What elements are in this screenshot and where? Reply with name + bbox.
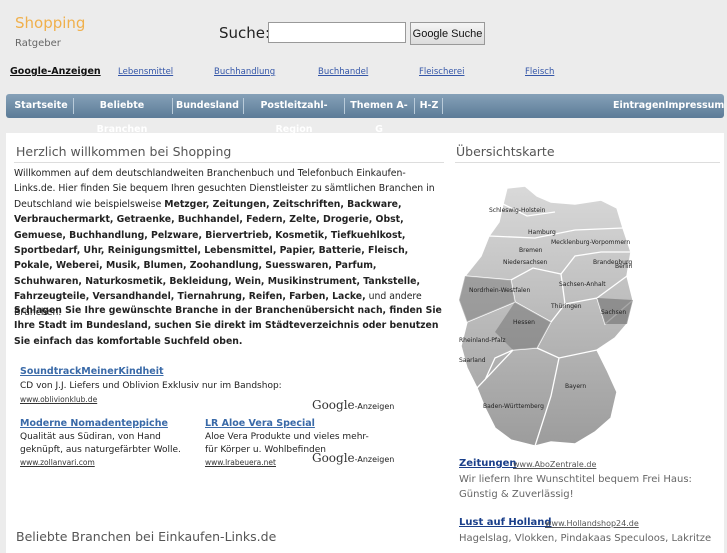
map-label-hessen[interactable]: Hessen (513, 319, 535, 326)
sidebar-ad-text-holland: Hagelslag, Vlokken, Pindakaas Speculoos,… (459, 533, 712, 544)
map-label-mecklenburg-vorpommern[interactable]: Mecklenburg-Vorpommern (551, 239, 630, 246)
search-label: Suche: (219, 24, 271, 42)
intro-paragraph: Willkommen auf dem deutschlandweiten Bra… (14, 166, 444, 320)
google-ads-label[interactable]: Google-Anzeigen (312, 398, 394, 412)
ad-title-teppiche[interactable]: Moderne Nomadenteppiche (20, 418, 168, 429)
map-label-niedersachsen[interactable]: Niedersachsen (503, 259, 548, 266)
site-tagline: Ratgeber (15, 38, 61, 49)
map-label-bayern[interactable]: Bayern (565, 383, 586, 390)
google-ads-label[interactable]: Google-Anzeigen (312, 451, 394, 465)
sidebar-divider (455, 162, 720, 163)
nav-bundesland[interactable]: Bundesland (176, 94, 239, 118)
germany-map[interactable]: Schleswig-Holstein Mecklenburg-Vorpommer… (455, 182, 720, 450)
google-search-button[interactable]: Google Suche (410, 22, 485, 45)
nav-postleitzahl-region[interactable]: Postleitzahl-Region (246, 94, 342, 135)
ad-link-fleisch[interactable]: Fleisch (525, 67, 554, 77)
map-label-schleswig-holstein[interactable]: Schleswig-Holstein (489, 207, 546, 214)
nav-divider (414, 98, 415, 114)
google-ads-brand: Google (312, 398, 355, 412)
ad-title-soundtrack[interactable]: SoundtrackMeinerKindheit (20, 366, 164, 377)
nav-h-z[interactable]: H-Z (418, 94, 440, 118)
map-label-rheinland-pfalz[interactable]: Rheinland-Pfalz (459, 337, 505, 344)
ad-link-buchhandlung[interactable]: Buchhandlung (214, 67, 275, 77)
map-label-sachsen-anhalt[interactable]: Sachsen-Anhalt (559, 281, 606, 288)
map-label-hamburg[interactable]: Hamburg (528, 229, 556, 236)
title-divider (14, 162, 444, 163)
site-logo[interactable]: Shopping (15, 14, 85, 32)
nav-impressum[interactable]: Impressum (665, 94, 724, 118)
ad-link-fleischerei[interactable]: Fleischerei (419, 67, 464, 77)
section-title-branchen: Beliebte Branchen bei Einkaufen-Links.de (16, 529, 277, 544)
ad-link-lebensmittel[interactable]: Lebensmittel (118, 67, 173, 77)
google-ads-suffix: -Anzeigen (354, 455, 395, 464)
ad-links-row: Google-Anzeigen Lebensmittel Buchhandlun… (0, 66, 727, 80)
map-label-saarland[interactable]: Saarland (459, 357, 486, 364)
sidebar-title: Übersichtskarte (456, 144, 555, 159)
instruction-paragraph: Schlagen Sie Ihre gewünschte Branche in … (14, 305, 442, 347)
ad-text-teppiche: Qualität aus Südiran, von Hand geknüpft,… (20, 432, 181, 455)
main-nav: Startseite Beliebte Branchen Bundesland … (6, 94, 724, 135)
nav-themen-a-g[interactable]: Themen A-G (348, 94, 410, 135)
ad-title-aloe-vera[interactable]: LR Aloe Vera Special (205, 418, 315, 429)
nav-divider (344, 98, 345, 114)
page-title: Herzlich willkommen bei Shopping (16, 144, 232, 159)
google-ads-brand: Google (312, 451, 355, 465)
map-label-berlin[interactable]: Berlin (615, 263, 633, 270)
ad-url-teppiche[interactable]: www.zollanvari.com (20, 458, 95, 467)
sidebar-ad-url-holland[interactable]: www.Hollandshop24.de (545, 519, 639, 528)
sidebar-ad-title-zeitungen[interactable]: Zeitungen (459, 458, 517, 469)
ad-link-buchhandel[interactable]: Buchhandel (318, 67, 368, 77)
map-label-thueringen[interactable]: Thüringen (550, 303, 582, 310)
ad-url-aloe-vera[interactable]: www.lrabeuera.net (205, 458, 276, 467)
map-label-nordrhein-westfalen[interactable]: Nordrhein-Westfalen (469, 287, 530, 294)
ad-url-soundtrack[interactable]: www.oblivionklub.de (20, 395, 97, 404)
ad-text-soundtrack: CD von J.J. Liefers und Oblivion Exklusi… (20, 381, 282, 391)
intro-branches: Metzger, Zeitungen, Zeitschriften, Backw… (14, 198, 420, 303)
sidebar-ad-text-zeitungen: Wir liefern Ihre Wunschtitel bequem Frei… (459, 474, 692, 500)
nav-beliebte-branchen[interactable]: Beliebte Branchen (77, 94, 167, 135)
nav-divider (172, 98, 173, 114)
nav-divider (442, 98, 443, 114)
search-input[interactable] (268, 22, 406, 43)
google-ads-suffix: -Anzeigen (354, 402, 395, 411)
nav-eintragen[interactable]: Eintragen (613, 94, 665, 118)
nav-divider (243, 98, 244, 114)
sidebar-ad-title-holland[interactable]: Lust auf Holland (459, 517, 552, 528)
sidebar-ad-url-zeitungen[interactable]: www.AboZentrale.de (513, 460, 596, 469)
map-label-baden-wuerttemberg[interactable]: Baden-Württemberg (483, 403, 544, 410)
nav-startseite[interactable]: Startseite (14, 94, 68, 118)
google-ads-link[interactable]: Google-Anzeigen (10, 66, 101, 77)
map-label-sachsen[interactable]: Sachsen (601, 309, 626, 316)
nav-divider (73, 98, 74, 114)
map-label-bremen[interactable]: Bremen (519, 247, 543, 254)
